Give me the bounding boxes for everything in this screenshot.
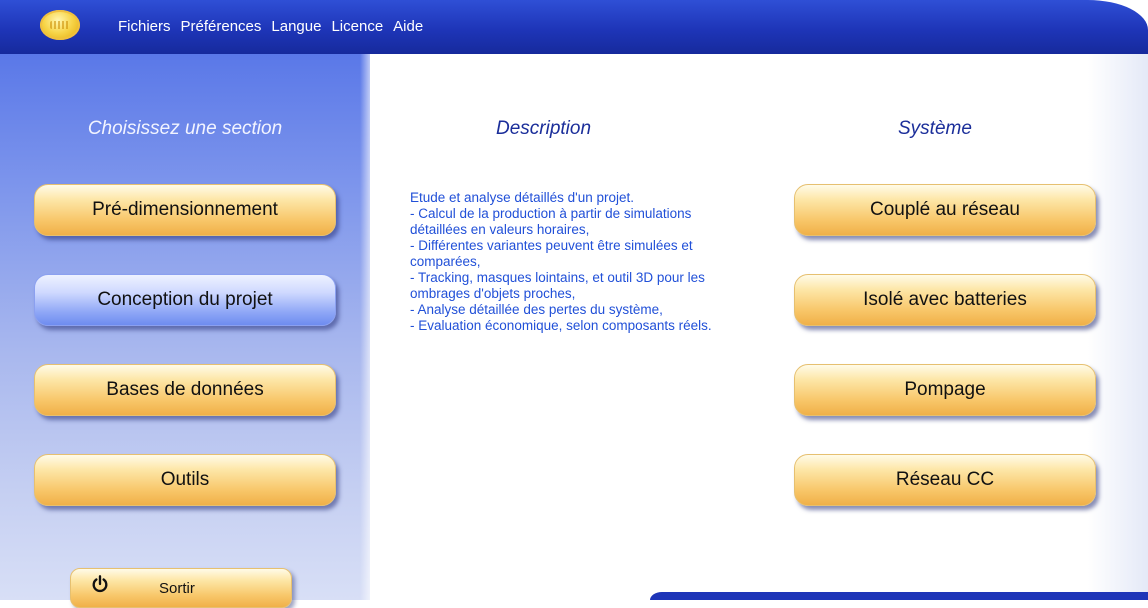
menu-langue[interactable]: Langue bbox=[271, 18, 321, 35]
databases-button[interactable]: Bases de données bbox=[34, 364, 336, 416]
menu-aide[interactable]: Aide bbox=[393, 18, 423, 35]
menu-preferences[interactable]: Préférences bbox=[181, 18, 262, 35]
right-edge-shade bbox=[1088, 54, 1148, 600]
stand-alone-button[interactable]: Isolé avec batteries bbox=[794, 274, 1096, 326]
menu-fichiers[interactable]: Fichiers bbox=[118, 18, 171, 35]
menu-licence[interactable]: Licence bbox=[331, 18, 383, 35]
project-design-button[interactable]: Conception du projet bbox=[34, 274, 336, 326]
exit-label: Sortir bbox=[159, 580, 195, 597]
exit-button[interactable]: Sortir bbox=[70, 568, 292, 608]
description-heading: Description bbox=[496, 118, 592, 139]
app-logo-icon[interactable] bbox=[40, 10, 80, 40]
dc-grid-button[interactable]: Réseau CC bbox=[794, 454, 1096, 506]
menu: Fichiers Préférences Langue Licence Aide bbox=[118, 18, 433, 35]
menubar: Fichiers Préférences Langue Licence Aide bbox=[0, 0, 1148, 54]
section-title: Choisissez une section bbox=[87, 118, 283, 139]
system-heading: Système bbox=[898, 118, 972, 139]
bottom-bar bbox=[650, 592, 1148, 600]
description-text: Etude et analyse détaillés d'un projet. … bbox=[410, 190, 712, 333]
pumping-button[interactable]: Pompage bbox=[794, 364, 1096, 416]
grid-connected-button[interactable]: Couplé au réseau bbox=[794, 184, 1096, 236]
pre-dimensioning-button[interactable]: Pré-dimensionnement bbox=[34, 184, 336, 236]
tools-button[interactable]: Outils bbox=[34, 454, 336, 506]
power-icon bbox=[92, 575, 108, 593]
